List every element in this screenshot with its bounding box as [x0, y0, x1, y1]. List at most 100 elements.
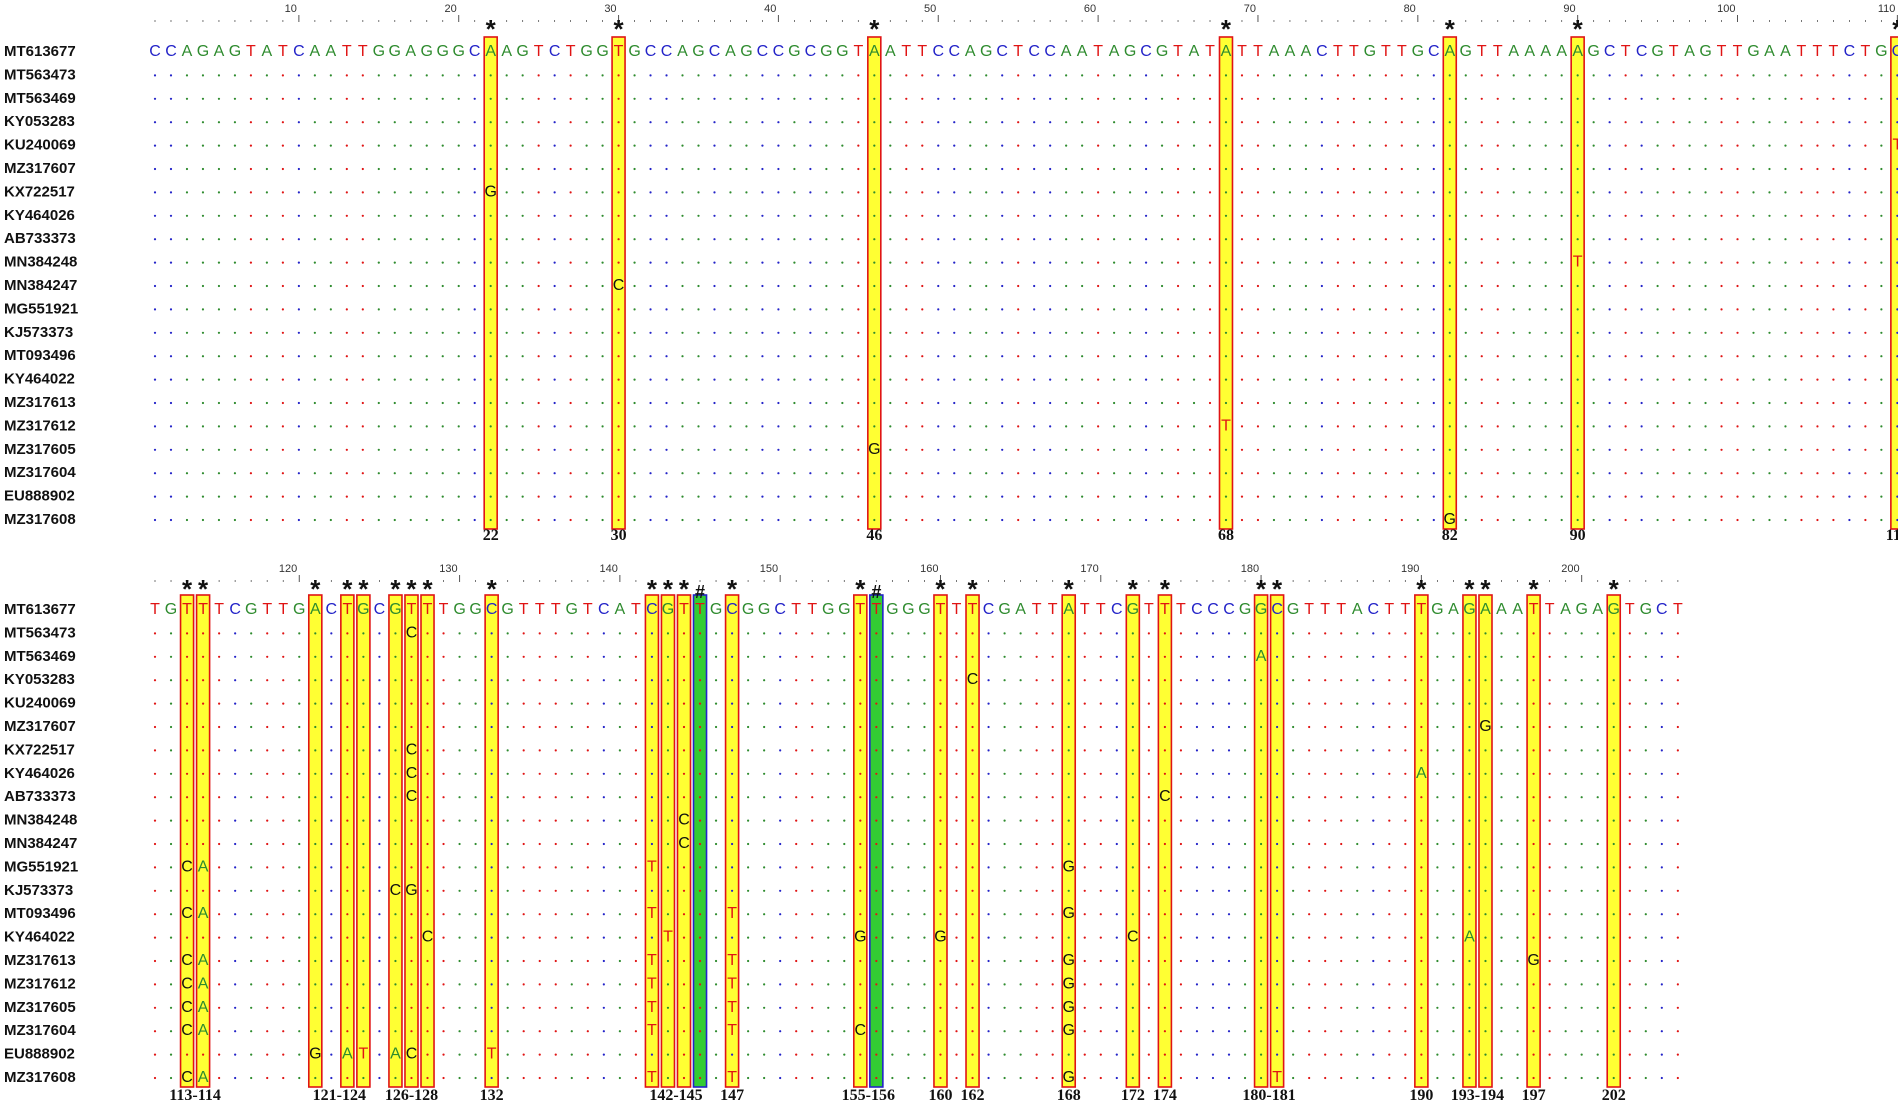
variant-base: G: [309, 1046, 321, 1063]
identity-dot: [809, 167, 812, 171]
identity-dot: [250, 679, 253, 682]
identity-dot: [298, 796, 301, 799]
identity-dot: [777, 472, 780, 475]
identity-dot: [1736, 401, 1739, 405]
snp-column-highlight: [1606, 594, 1622, 1088]
identity-dot: [969, 74, 972, 77]
identity-dot: [1468, 702, 1471, 705]
identity-dot: [1688, 331, 1691, 334]
reference-base: T: [1013, 43, 1023, 60]
identity-dot: [1227, 632, 1231, 635]
identity-dot: [777, 308, 780, 311]
identity-dot: [1320, 448, 1323, 451]
identity-dot: [217, 284, 221, 288]
identity-dot: [1496, 495, 1499, 498]
identity-dot: [537, 191, 540, 194]
identity-dot: [1608, 214, 1611, 217]
identity-dot: [1672, 238, 1675, 241]
identity-dot: [1848, 378, 1851, 381]
reference-base: T: [535, 601, 545, 618]
identity-dot: [1676, 819, 1679, 822]
identity-dot: [378, 702, 381, 705]
identity-dot: [1256, 331, 1260, 334]
identity-dot: [218, 1006, 221, 1009]
identity-dot: [1484, 1006, 1487, 1009]
identity-dot: [153, 97, 157, 100]
identity-dot: [1051, 632, 1054, 635]
identity-dot: [1484, 959, 1487, 963]
identity-dot: [506, 1076, 509, 1080]
identity-dot: [153, 1030, 157, 1033]
identity-dot: [505, 74, 508, 77]
identity-dot: [811, 702, 814, 705]
identity-dot: [169, 632, 173, 635]
identity-dot: [218, 796, 221, 799]
identity-dot: [1496, 74, 1499, 77]
identity-dot: [1480, 472, 1483, 475]
identity-dot: [1736, 74, 1739, 77]
identity-dot: [859, 983, 862, 986]
identity-dot: [1512, 74, 1515, 77]
identity-dot: [249, 448, 253, 451]
identity-dot: [1608, 472, 1611, 475]
identity-dot: [1832, 167, 1835, 171]
variant-base: A: [1256, 648, 1267, 665]
identity-dot: [201, 74, 205, 77]
identity-dot: [1452, 842, 1455, 846]
identity-dot: [1033, 284, 1036, 288]
reference-base: C: [1271, 601, 1283, 618]
identity-dot: [1608, 261, 1611, 264]
identity-dot: [1324, 959, 1327, 963]
identity-dot: [1292, 866, 1295, 869]
identity-dot: [442, 1076, 445, 1080]
identity-dot: [250, 866, 253, 869]
identity-dot: [330, 749, 333, 752]
identity-dot: [1592, 97, 1595, 100]
identity-dot: [329, 121, 332, 124]
reference-base: C: [1428, 43, 1440, 60]
identity-dot: [1576, 331, 1579, 334]
identity-dot: [1612, 936, 1615, 939]
identity-dot: [891, 1053, 894, 1056]
identity-dot: [1500, 936, 1503, 939]
identity-dot: [169, 819, 173, 822]
identity-dot: [1003, 1006, 1006, 1009]
identity-dot: [1880, 495, 1883, 498]
identity-dot: [425, 238, 428, 241]
snp-column-highlight: [1442, 36, 1458, 530]
identity-dot: [1324, 725, 1327, 729]
identity-dot: [827, 1030, 830, 1033]
identity-dot: [234, 842, 237, 846]
variant-base: G: [1062, 1022, 1074, 1039]
identity-dot: [1384, 238, 1387, 241]
identity-dot: [1576, 238, 1579, 241]
identity-dot: [811, 959, 814, 963]
identity-dot: [1560, 97, 1563, 100]
identity-dot: [1880, 448, 1883, 451]
identity-dot: [394, 913, 397, 916]
identity-dot: [665, 97, 668, 100]
identity-dot: [1208, 167, 1212, 171]
identity-dot: [841, 448, 844, 451]
identity-dot: [586, 1030, 589, 1033]
identity-dot: [506, 655, 509, 658]
identity-dot: [1179, 866, 1183, 869]
identity-dot: [265, 308, 268, 311]
identity-dot: [907, 772, 910, 775]
identity-dot: [1596, 1076, 1599, 1080]
identity-dot: [1081, 495, 1084, 498]
ruler-label: 60: [1084, 3, 1096, 15]
identity-dot: [1113, 331, 1116, 334]
identity-dot: [905, 378, 908, 381]
identity-dot: [1432, 97, 1435, 100]
identity-dot: [1752, 472, 1755, 475]
identity-dot: [1115, 842, 1118, 846]
identity-dot: [233, 401, 237, 405]
site-marks: * * * * * * * * * * * * # * * # * * * * * * * * * * * *: [182, 574, 1620, 604]
identity-dot: [1144, 74, 1148, 77]
identity-dot: [1432, 261, 1435, 264]
identity-dot: [1848, 284, 1851, 288]
identity-dot: [153, 1053, 157, 1056]
identity-dot: [521, 331, 524, 334]
identity-dot: [1400, 308, 1403, 311]
